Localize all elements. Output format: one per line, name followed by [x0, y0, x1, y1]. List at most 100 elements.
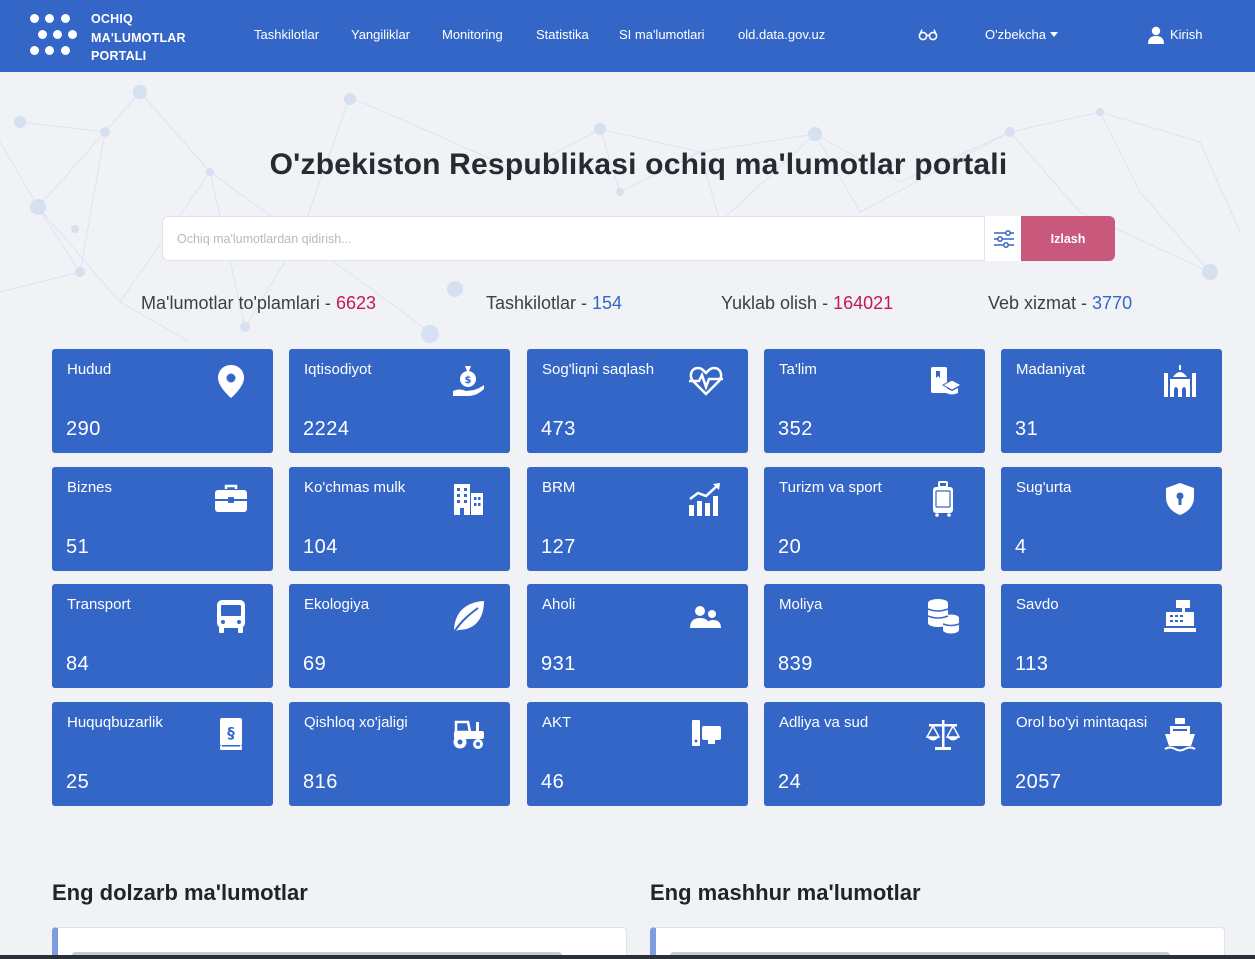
logo-text[interactable]: OCHIQ MA'LUMOTLAR PORTALI — [91, 10, 201, 66]
svg-text:$: $ — [465, 375, 472, 386]
briefcase-icon — [215, 484, 247, 512]
category-card-brm[interactable]: BRM 127 — [527, 467, 748, 571]
nav-yangiliklar[interactable]: Yangiliklar — [351, 27, 410, 42]
card-title: Adliya va sud — [779, 714, 869, 731]
suitcase-icon — [933, 481, 953, 517]
card-title: Madaniyat — [1016, 361, 1086, 378]
glasses-icon[interactable] — [918, 28, 938, 42]
building-icon — [454, 484, 483, 515]
card-count: 24 — [778, 771, 802, 793]
search-button[interactable]: Izlash — [1021, 216, 1115, 261]
card-title: Aholi — [542, 596, 576, 613]
stat-datasets[interactable]: Ma'lumotlar to'plamlari - 6623 — [141, 293, 376, 314]
login-link[interactable]: Kirish — [1170, 27, 1203, 42]
language-select[interactable]: O'zbekcha — [985, 27, 1046, 42]
category-card-sogliqni-saqlash[interactable]: Sog'liqni saqlash 473 — [527, 349, 748, 453]
stat-organizations[interactable]: Tashkilotlar - 154 — [486, 293, 622, 314]
logo-dots-icon[interactable] — [28, 12, 80, 58]
location-pin-icon — [218, 365, 244, 398]
money-bag-hand-icon: $ — [453, 366, 484, 396]
card-count: 352 — [778, 418, 813, 440]
category-card-sugurta[interactable]: Sug'urta 4 — [1001, 467, 1222, 571]
category-card-ekologiya[interactable]: Ekologiya 69 — [289, 584, 510, 688]
category-card-hudud[interactable]: Hudud 290 — [52, 349, 273, 453]
law-book-icon: § — [220, 718, 242, 750]
search-input[interactable] — [177, 229, 957, 249]
logo-line-3: PORTALI — [91, 49, 147, 63]
ship-icon — [1164, 718, 1196, 752]
category-card-huquqbuzarlik[interactable]: Huquqbuzarlik 25 § — [52, 702, 273, 806]
category-card-talim[interactable]: Ta'lim 352 — [764, 349, 985, 453]
nav-tashkilotlar[interactable]: Tashkilotlar — [254, 27, 319, 42]
category-card-akt[interactable]: AKT 46 — [527, 702, 748, 806]
stat-label: Ma'lumotlar to'plamlari - — [141, 293, 336, 313]
category-card-moliya[interactable]: Moliya 839 — [764, 584, 985, 688]
card-title: Turizm va sport — [779, 479, 882, 496]
card-count: 25 — [66, 771, 90, 793]
chevron-down-icon[interactable] — [1050, 32, 1058, 38]
card-title: Biznes — [67, 479, 113, 496]
card-count: 31 — [1015, 418, 1039, 440]
stat-value: 6623 — [335, 293, 376, 313]
nav-statistika[interactable]: Statistika — [536, 27, 589, 42]
card-title: Hudud — [67, 361, 112, 378]
coins-icon — [927, 599, 960, 634]
stat-label: Veb xizmat - — [988, 293, 1093, 313]
category-card-transport[interactable]: Transport 84 — [52, 584, 273, 688]
shield-lock-icon — [1166, 483, 1194, 515]
cash-register-icon — [1164, 600, 1196, 632]
leaf-icon — [453, 601, 484, 633]
nav-monitoring[interactable]: Monitoring — [442, 27, 503, 42]
nav-old-data[interactable]: old.data.gov.uz — [738, 27, 825, 42]
filter-button[interactable] — [984, 216, 1022, 261]
stat-label: Yuklab olish - — [721, 293, 834, 313]
card-count: 46 — [541, 771, 565, 793]
card-count: 84 — [66, 653, 90, 675]
tractor-icon — [453, 720, 484, 749]
card-title: Transport — [67, 596, 131, 613]
stat-web-services[interactable]: Veb xizmat - 3770 — [988, 293, 1132, 314]
category-card-iqtisodiyot[interactable]: Iqtisodiyot 2224 $ — [289, 349, 510, 453]
card-count: 290 — [66, 418, 101, 440]
card-count: 2224 — [303, 418, 350, 440]
card-title: Ekologiya — [304, 596, 370, 613]
card-count: 4 — [1015, 536, 1027, 558]
stat-label: Tashkilotlar - — [486, 293, 593, 313]
category-card-orol-boyi-mintaqasi[interactable]: Orol bo'yi mintaqasi 2057 — [1001, 702, 1222, 806]
search-box — [162, 216, 1022, 261]
card-title: Ko'chmas mulk — [304, 479, 406, 496]
heart-pulse-icon — [689, 366, 723, 396]
card-title: Moliya — [779, 596, 823, 613]
bus-icon — [217, 600, 245, 633]
section-title-popular: Eng mashhur ma'lumotlar — [650, 880, 921, 905]
card-count: 51 — [66, 536, 90, 558]
category-card-biznes[interactable]: Biznes 51 — [52, 467, 273, 571]
sliders-icon — [993, 229, 1014, 248]
category-card-qishloq-xojaligi[interactable]: Qishloq xo'jaligi 816 — [289, 702, 510, 806]
devices-icon — [692, 720, 721, 746]
card-title: Sug'urta — [1016, 479, 1072, 496]
category-card-turizm-va-sport[interactable]: Turizm va sport 20 — [764, 467, 985, 571]
card-count: 473 — [541, 418, 576, 440]
svg-text:§: § — [227, 724, 235, 742]
stat-downloads[interactable]: Yuklab olish - 164021 — [721, 293, 893, 314]
card-title: AKT — [542, 714, 572, 731]
category-card-kochmas-mulk[interactable]: Ko'chmas mulk 104 — [289, 467, 510, 571]
logo-line-2: MA'LUMOTLAR — [91, 30, 186, 45]
category-card-aholi[interactable]: Aholi 931 — [527, 584, 748, 688]
page-title: O'zbekiston Respublikasi ochiq ma'lumotl… — [269, 148, 1008, 181]
card-title: BRM — [542, 479, 576, 496]
card-count: 127 — [541, 536, 576, 558]
logo-line-1: OCHIQ — [91, 12, 133, 26]
category-card-adliya-va-sud[interactable]: Adliya va sud 24 — [764, 702, 985, 806]
people-icon — [690, 606, 721, 628]
category-card-savdo[interactable]: Savdo 113 — [1001, 584, 1222, 688]
card-title: Qishloq xo'jaligi — [304, 714, 408, 731]
stat-value: 3770 — [1092, 293, 1133, 313]
user-icon[interactable] — [1147, 26, 1165, 44]
scales-icon — [925, 720, 961, 750]
education-book-icon — [931, 367, 961, 395]
card-count: 113 — [1015, 653, 1049, 675]
category-card-madaniyat[interactable]: Madaniyat 31 — [1001, 349, 1222, 453]
nav-si-malumotlari[interactable]: SI ma'lumotlari — [619, 27, 705, 42]
